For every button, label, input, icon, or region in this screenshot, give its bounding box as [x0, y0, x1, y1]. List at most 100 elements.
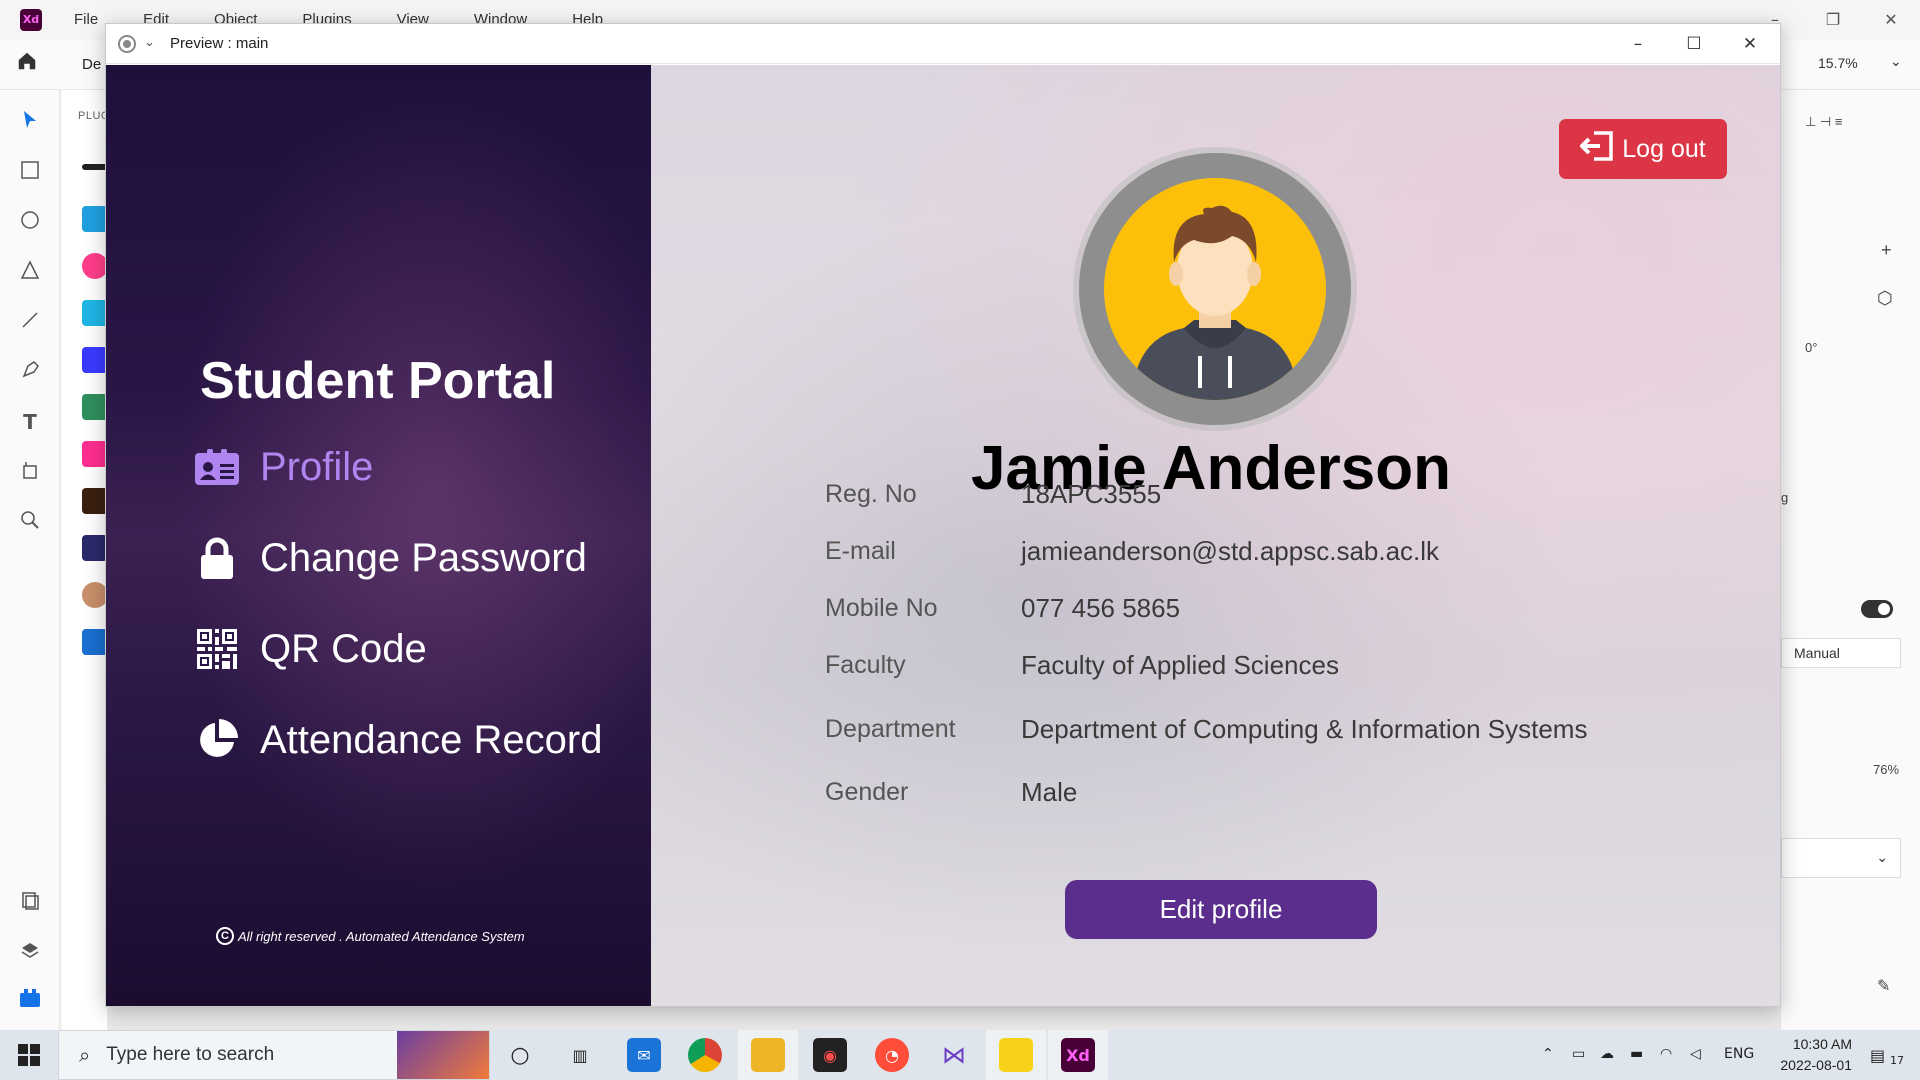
notification-count: 17 [1890, 1054, 1904, 1067]
ellipse-tool-icon[interactable] [18, 210, 42, 234]
line-tool-icon[interactable] [18, 310, 42, 334]
home-icon[interactable] [16, 50, 38, 78]
taskbar-search[interactable]: ⌕ Type here to search [58, 1030, 490, 1080]
close-icon[interactable]: ✕ [1722, 24, 1778, 64]
clock-time: 10:30 AM [1792, 1036, 1852, 1052]
close-icon[interactable]: ✕ [1862, 0, 1920, 40]
preview-window: ⌄ Preview : main – ☐ ✕ Student Portal Pr… [105, 23, 1781, 1007]
id-card-icon [194, 444, 240, 490]
percent-value[interactable]: 76% [1873, 762, 1899, 777]
eyedropper-icon[interactable]: ✎ [1877, 976, 1890, 996]
menu-file[interactable]: File [74, 11, 98, 28]
edit-profile-button[interactable]: Edit profile [1065, 880, 1377, 939]
zoom-level[interactable]: 15.7% [1818, 55, 1858, 71]
xd-logo: Xd [20, 9, 42, 31]
xd-tool-bar: T [0, 90, 60, 1030]
device-icon[interactable]: ▭ [1572, 1046, 1585, 1062]
add-icon[interactable]: + [1881, 240, 1892, 261]
preview-titlebar: ⌄ Preview : main – ☐ ✕ [106, 24, 1780, 64]
profile-main: Log out Jamie Anderson Reg. No 18APC3555… [651, 65, 1780, 1006]
logout-button[interactable]: Log out [1559, 119, 1727, 179]
document-assets-icon[interactable] [18, 890, 42, 914]
toggle-switch[interactable] [1861, 600, 1893, 618]
search-placeholder: Type here to search [106, 1044, 275, 1065]
field-label: Reg. No [825, 480, 917, 508]
field-row-faculty: Faculty Faculty of Applied Sciences [825, 650, 1339, 681]
nav-label-qr-code: QR Code [260, 626, 427, 671]
chrome-icon[interactable] [688, 1038, 722, 1072]
task-view-icon[interactable]: ▥ [563, 1038, 597, 1072]
chevron-down-icon[interactable]: ⌄ [1781, 838, 1901, 878]
logout-label: Log out [1622, 134, 1706, 163]
align-icon[interactable]: ⊥ ⊣ ≡ [1805, 114, 1842, 130]
wifi-icon[interactable]: ◠ [1660, 1046, 1672, 1062]
nav-item-qr-code[interactable]: QR Code [194, 621, 427, 677]
battery-icon[interactable]: ▬ [1630, 1046, 1643, 1062]
pen-tool-icon[interactable] [18, 360, 42, 384]
language-indicator[interactable]: ENG [1724, 1046, 1754, 1062]
layers-icon[interactable] [18, 940, 42, 964]
maximize-icon[interactable]: ☐ [1666, 24, 1722, 64]
nav-label-attendance-record: Attendance Record [260, 717, 603, 762]
field-row-department: Department Department of Computing & Inf… [825, 714, 1587, 745]
rotation-value[interactable]: 0° [1805, 340, 1817, 355]
field-label: E-mail [825, 537, 896, 565]
field-value: jamieanderson@std.appsc.sab.ac.lk [1021, 536, 1440, 566]
minimize-icon[interactable]: – [1610, 24, 1666, 64]
triangle-tool-icon[interactable] [18, 260, 42, 284]
nav-label-profile: Profile [260, 444, 374, 489]
portal-sidebar: Student Portal Profile Change Password Q… [106, 65, 651, 1006]
onedrive-icon[interactable]: ☁ [1600, 1046, 1614, 1062]
cube-icon[interactable]: ⬡ [1877, 288, 1893, 309]
notification-icon[interactable]: ▤ [1870, 1046, 1885, 1065]
chevron-down-icon[interactable]: ⌄ [144, 34, 155, 50]
pie-chart-icon [194, 717, 240, 763]
file-explorer-icon[interactable] [751, 1038, 785, 1072]
field-row-mobile: Mobile No 077 456 5865 [825, 593, 1180, 624]
taskbar: ⌕ Type here to search ○ ▥ ✉ ◉ ◔ ⋈ Xd ⌃ ▭… [0, 1030, 1920, 1080]
resize-mode-select[interactable]: Manual [1781, 638, 1901, 668]
qr-code-icon [194, 626, 240, 672]
chevron-up-icon[interactable]: ⌃ [1542, 1046, 1554, 1062]
cortana-icon[interactable]: ○ [503, 1038, 537, 1072]
adobe-xd-icon[interactable]: Xd [1061, 1038, 1095, 1072]
rectangle-tool-icon[interactable] [18, 160, 42, 184]
nav-item-profile[interactable]: Profile [194, 439, 373, 495]
property-inspector: ⊥ ⊣ ≡ + ⬡ 0° g Manual 76% ⌄ ✎ [1780, 90, 1920, 1030]
portal-title: Student Portal [200, 352, 556, 410]
field-value: 077 456 5865 [1021, 593, 1181, 623]
sticky-notes-icon[interactable] [999, 1038, 1033, 1072]
windows-start-icon[interactable] [0, 1030, 58, 1080]
app-icon[interactable]: ◔ [875, 1038, 909, 1072]
avatar [1079, 153, 1351, 425]
screen-recorder-icon[interactable]: ◉ [813, 1038, 847, 1072]
taskbar-clock[interactable]: 10:30 AM 2022-08-01 [1766, 1034, 1852, 1076]
select-tool-icon[interactable] [18, 110, 42, 134]
tab-design[interactable]: De [82, 56, 101, 73]
visual-studio-icon[interactable]: ⋈ [937, 1038, 971, 1072]
chevron-down-icon[interactable]: ⌄ [1890, 53, 1902, 70]
field-value: Department of Computing & Information Sy… [1021, 714, 1588, 744]
text-tool-icon[interactable]: T [18, 410, 42, 434]
truncated-label: g [1781, 490, 1789, 505]
restore-icon[interactable]: ❐ [1804, 0, 1862, 40]
record-icon[interactable] [118, 35, 136, 53]
field-row-reg-no: Reg. No 18APC3555 [825, 479, 1161, 510]
field-value: 18APC3555 [1021, 479, 1162, 509]
volume-icon[interactable]: ◁ [1690, 1046, 1701, 1062]
mail-icon[interactable]: ✉ [627, 1038, 661, 1072]
nav-item-change-password[interactable]: Change Password [194, 530, 587, 586]
search-icon: ⌕ [79, 1043, 91, 1067]
artboard-tool-icon[interactable] [18, 460, 42, 484]
lock-icon [194, 535, 240, 581]
copyright-text: All right reserved . Automated Attendanc… [238, 928, 525, 944]
field-label: Gender [825, 778, 909, 806]
nav-item-attendance-record[interactable]: Attendance Record [194, 712, 602, 768]
field-value: Faculty of Applied Sciences [1021, 650, 1339, 680]
zoom-tool-icon[interactable] [18, 510, 42, 534]
preview-title: Preview : main [170, 35, 269, 52]
plugins-icon[interactable] [18, 988, 42, 1012]
copyright-notice: C All right reserved . Automated Attenda… [216, 927, 525, 945]
user-avatar-icon [1104, 178, 1326, 400]
copyright-icon: C [216, 927, 234, 945]
